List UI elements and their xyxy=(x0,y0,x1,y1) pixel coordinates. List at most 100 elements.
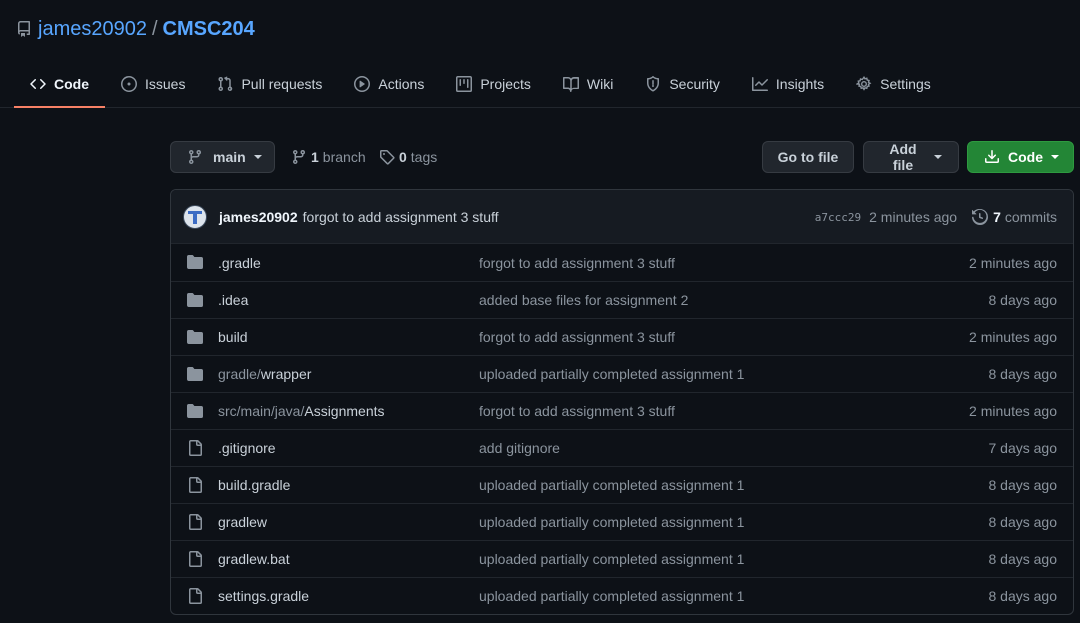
tab-projects[interactable]: Projects xyxy=(440,63,547,108)
branch-count: 1 xyxy=(311,149,319,165)
file-commit-age: 8 days ago xyxy=(988,551,1058,567)
tab-code[interactable]: Code xyxy=(14,63,105,108)
chevron-down-icon xyxy=(1051,155,1059,159)
branch-icon xyxy=(187,149,203,165)
go-to-file-button[interactable]: Go to file xyxy=(762,141,854,173)
tab-label: Security xyxy=(669,76,720,92)
tab-wiki[interactable]: Wiki xyxy=(547,63,629,108)
file-commit-message-link[interactable]: uploaded partially completed assignment … xyxy=(479,551,744,567)
file-row: build.gradle uploaded partially completed… xyxy=(171,466,1073,503)
tab-issues[interactable]: Issues xyxy=(105,63,201,108)
file-commit-message-link[interactable]: forgot to add assignment 3 stuff xyxy=(479,403,675,419)
file-name-link[interactable]: build xyxy=(218,329,248,345)
file-row: gradlew.bat uploaded partially completed … xyxy=(171,540,1073,577)
file-icon xyxy=(187,551,203,567)
tab-actions[interactable]: Actions xyxy=(338,63,440,108)
file-icon xyxy=(187,440,203,456)
file-name-link[interactable]: .gradle xyxy=(218,255,261,271)
file-commit-message-link[interactable]: added base files for assignment 2 xyxy=(479,292,688,308)
file-icon xyxy=(187,588,203,604)
file-name-link[interactable]: gradlew.bat xyxy=(218,551,290,567)
commits-history-link[interactable]: 7 commits xyxy=(972,209,1057,225)
chevron-down-icon xyxy=(934,155,942,159)
file-name: Assignments xyxy=(304,403,385,419)
add-file-button[interactable]: Add file xyxy=(863,141,959,173)
file-row: build forgot to add assignment 3 stuff 2 m… xyxy=(171,318,1073,355)
file-commit-message-link[interactable]: uploaded partially completed assignment … xyxy=(479,588,744,604)
latest-commit-bar: james20902 forgot to add assignment 3 st… xyxy=(171,190,1073,244)
file-name-link[interactable]: build.gradle xyxy=(218,477,290,493)
tab-label: Projects xyxy=(480,76,531,92)
branch-label: branch xyxy=(322,149,366,165)
gear-icon xyxy=(856,76,872,92)
tag-icon xyxy=(379,149,395,165)
tags-link[interactable]: 0 tags xyxy=(379,141,437,173)
commit-author-link[interactable]: james20902 xyxy=(219,209,298,225)
file-commit-message-link[interactable]: uploaded partially completed assignment … xyxy=(479,366,744,382)
commit-sha-link[interactable]: a7ccc29 xyxy=(815,211,861,224)
folder-icon xyxy=(187,254,203,270)
code-icon xyxy=(30,76,46,92)
file-name: .idea xyxy=(218,292,249,308)
file-row: .gradle forgot to add assignment 3 stuff 2… xyxy=(171,244,1073,281)
commit-count-label: commits xyxy=(1004,209,1057,225)
repo-path-separator: / xyxy=(151,17,158,40)
file-name: build xyxy=(218,329,248,345)
file-icon xyxy=(187,477,203,493)
tab-label: Insights xyxy=(775,76,825,92)
commit-message-link[interactable]: forgot to add assignment 3 stuff xyxy=(303,209,499,225)
file-commit-message-link[interactable]: forgot to add assignment 3 stuff xyxy=(479,255,675,271)
tab-insights[interactable]: Insights xyxy=(736,63,840,108)
file-commit-age: 8 days ago xyxy=(988,477,1058,493)
file-name: .gitignore xyxy=(218,440,276,456)
download-icon xyxy=(984,149,1000,165)
file-row: gradle/wrapper uploaded partially complet… xyxy=(171,355,1073,392)
branch-icon xyxy=(291,149,307,165)
branch-select-button[interactable]: main xyxy=(170,141,275,173)
file-commit-age: 2 minutes ago xyxy=(969,254,1057,271)
project-icon xyxy=(456,76,473,92)
file-commit-message-link[interactable]: forgot to add assignment 3 stuff xyxy=(479,329,675,345)
chevron-down-icon xyxy=(253,155,262,159)
folder-icon xyxy=(187,292,203,308)
file-name-link[interactable]: settings.gradle xyxy=(218,588,309,604)
file-row: .idea added base files for assignment 2 8 … xyxy=(171,281,1073,318)
code-download-button[interactable]: Code xyxy=(967,141,1074,173)
tab-settings[interactable]: Settings xyxy=(840,63,947,108)
commit-count: 7 xyxy=(993,209,1001,225)
folder-icon xyxy=(187,329,203,345)
file-name-link[interactable]: .gitignore xyxy=(218,440,276,456)
file-name-link[interactable]: src/main/java/Assignments xyxy=(218,403,385,419)
file-name-link[interactable]: gradlew xyxy=(218,514,267,530)
file-name: gradlew.bat xyxy=(218,551,290,567)
file-commit-age: 8 days ago xyxy=(988,514,1058,530)
file-navigation-toolbar: main 1 branch 0 tags Go to file Add file… xyxy=(170,141,1074,173)
tab-pull-requests[interactable]: Pull requests xyxy=(201,63,338,108)
file-commit-message-link[interactable]: add gitignore xyxy=(479,440,560,456)
file-name-link[interactable]: .idea xyxy=(218,292,248,308)
folder-icon xyxy=(187,366,203,382)
tab-label: Pull requests xyxy=(241,76,323,92)
file-name-link[interactable]: gradle/wrapper xyxy=(218,366,311,382)
pull-request-icon xyxy=(217,76,233,92)
file-row: gradlew uploaded partially completed assi… xyxy=(171,503,1073,540)
repo-icon xyxy=(16,21,32,37)
tag-label: tags xyxy=(410,149,438,165)
file-name: .gradle xyxy=(218,254,261,271)
file-commit-age: 8 days ago xyxy=(988,366,1058,382)
file-commit-age: 8 days ago xyxy=(988,588,1058,604)
repo-name-link[interactable]: CMSC204 xyxy=(163,18,255,41)
avatar[interactable] xyxy=(183,204,207,229)
repo-title: james20902 / CMSC204 xyxy=(16,15,255,43)
file-path-prefix: gradle/ xyxy=(218,366,261,382)
file-commit-message-link[interactable]: uploaded partially completed assignment … xyxy=(479,514,744,530)
add-file-label: Add file xyxy=(889,141,917,173)
repo-owner-link[interactable]: james20902 xyxy=(38,18,147,41)
book-icon xyxy=(562,76,579,92)
file-row: .gitignore add gitignore 7 days ago xyxy=(171,429,1073,466)
tab-label: Actions xyxy=(378,76,425,92)
tag-count: 0 xyxy=(399,149,407,165)
file-commit-message-link[interactable]: uploaded partially completed assignment … xyxy=(479,477,744,493)
branches-link[interactable]: 1 branch xyxy=(291,141,366,173)
tab-security[interactable]: Security xyxy=(629,63,736,108)
